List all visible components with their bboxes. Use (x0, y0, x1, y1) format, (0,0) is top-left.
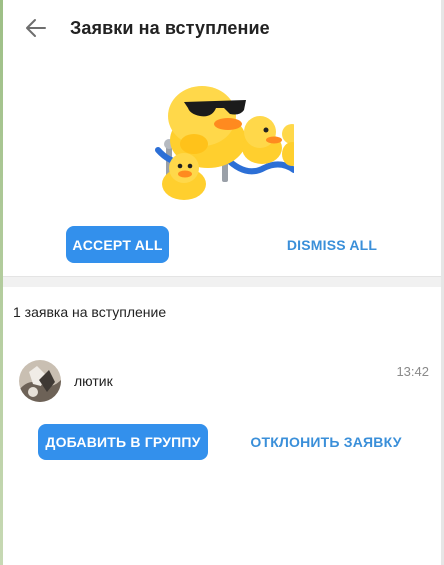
header-bar: Заявки на вступление (3, 0, 441, 56)
page-title: Заявки на вступление (70, 17, 270, 38)
accept-all-button[interactable]: ACCEPT ALL (66, 226, 169, 263)
user-photo-icon (19, 360, 61, 402)
dismiss-all-button[interactable]: DISMISS ALL (275, 226, 389, 263)
back-button[interactable] (12, 4, 60, 52)
request-item[interactable]: лютик 13:42 ДОБАВИТЬ В ГРУППУ ОТКЛОНИТЬ … (3, 356, 441, 466)
avatar[interactable] (19, 360, 61, 402)
decline-request-button[interactable]: ОТКЛОНИТЬ ЗАЯВКУ (249, 424, 403, 460)
section-divider (3, 276, 441, 287)
request-time: 13:42 (396, 364, 429, 379)
duck-sticker-icon (155, 86, 294, 200)
add-to-group-button[interactable]: ДОБАВИТЬ В ГРУППУ (38, 424, 208, 460)
user-name: лютик (74, 373, 113, 389)
requests-count: 1 заявка на вступление (13, 304, 167, 320)
arrow-left-icon (26, 19, 46, 37)
bulk-actions: ACCEPT ALL DISMISS ALL (3, 226, 441, 266)
